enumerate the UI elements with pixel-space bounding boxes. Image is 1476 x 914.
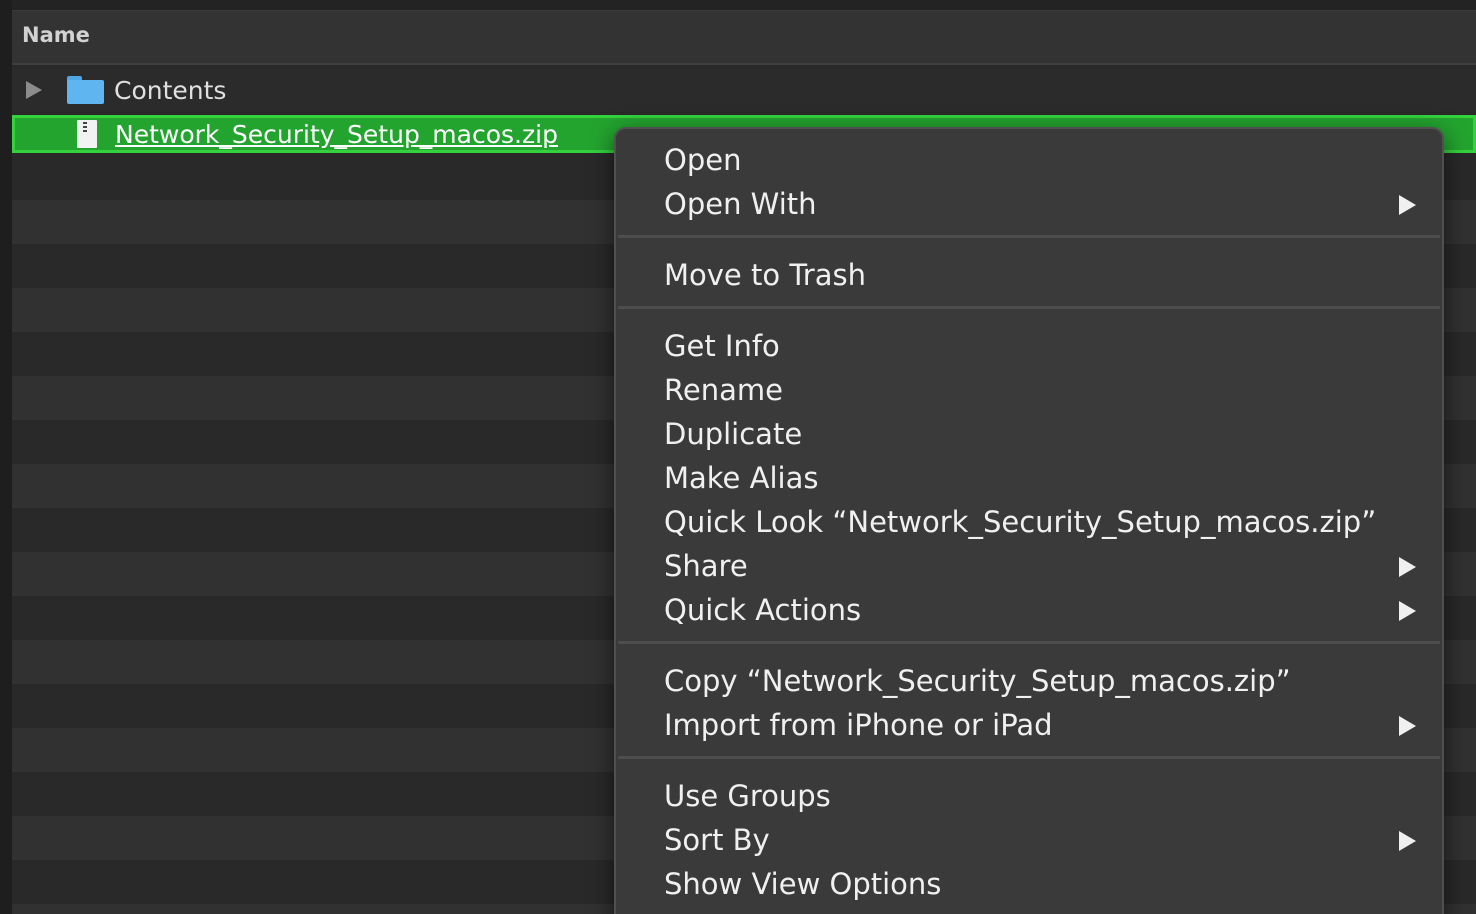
menu-item-open[interactable]: Open xyxy=(616,139,1442,183)
list-row-contents[interactable]: Contents xyxy=(12,68,1476,112)
menu-item-label: Import from iPhone or iPad xyxy=(664,708,1053,742)
menu-item-label: Show View Options xyxy=(664,867,942,901)
menu-item-label: Quick Look “Network_Security_Setup_macos… xyxy=(664,505,1377,539)
menu-item-quick-look-network-security-se[interactable]: Quick Look “Network_Security_Setup_macos… xyxy=(616,501,1442,545)
folder-icon xyxy=(67,76,104,104)
menu-item-use-groups[interactable]: Use Groups xyxy=(616,775,1442,819)
menu-item-label: Quick Actions xyxy=(664,593,862,627)
menu-item-get-info[interactable]: Get Info xyxy=(616,325,1442,369)
menu-item-make-alias[interactable]: Make Alias xyxy=(616,457,1442,501)
menu-item-label: Get Info xyxy=(664,329,780,363)
menu-item-label: Copy “Network_Security_Setup_macos.zip” xyxy=(664,664,1291,698)
column-header-label: Name xyxy=(22,23,90,47)
menu-item-label: Open xyxy=(664,143,742,177)
submenu-arrow-icon xyxy=(1399,831,1416,851)
menu-item-label: Duplicate xyxy=(664,417,803,451)
menu-item-quick-actions[interactable]: Quick Actions xyxy=(616,589,1442,633)
screen: Name Contents Network_Security_Setup_mac… xyxy=(0,0,1476,914)
menu-item-label: Open With xyxy=(664,187,817,221)
menu-item-copy-network-security-setup-ma[interactable]: Copy “Network_Security_Setup_macos.zip” xyxy=(616,660,1442,704)
submenu-arrow-icon xyxy=(1399,195,1416,215)
menu-item-import-from-iphone-or-ipad[interactable]: Import from iPhone or iPad xyxy=(616,704,1442,748)
menu-item-rename[interactable]: Rename xyxy=(616,369,1442,413)
menu-separator xyxy=(618,306,1440,309)
menu-item-label: Sort By xyxy=(664,823,770,857)
menu-item-sort-by[interactable]: Sort By xyxy=(616,819,1442,863)
submenu-arrow-icon xyxy=(1399,601,1416,621)
menu-item-move-to-trash[interactable]: Move to Trash xyxy=(616,254,1442,298)
menu-item-label: Move to Trash xyxy=(664,258,866,292)
zip-file-icon xyxy=(77,120,97,148)
menu-separator xyxy=(618,235,1440,238)
column-header-name[interactable]: Name xyxy=(12,11,1476,65)
menu-item-label: Make Alias xyxy=(664,461,819,495)
menu-item-label: Share xyxy=(664,549,748,583)
menu-separator xyxy=(618,641,1440,644)
list-item-label: Network_Security_Setup_macos.zip xyxy=(115,120,558,149)
window-top-edge xyxy=(12,0,1476,11)
list-item-label: Contents xyxy=(114,76,227,105)
menu-item-open-with[interactable]: Open With xyxy=(616,183,1442,227)
disclosure-triangle-icon[interactable] xyxy=(26,81,42,99)
submenu-arrow-icon xyxy=(1399,716,1416,736)
context-menu: Open Open With Move to Trash Get Info Rename… xyxy=(614,127,1444,914)
submenu-arrow-icon xyxy=(1399,557,1416,577)
menu-item-label: Use Groups xyxy=(664,779,831,813)
menu-item-label: Rename xyxy=(664,373,783,407)
menu-separator xyxy=(618,756,1440,759)
menu-item-share[interactable]: Share xyxy=(616,545,1442,589)
menu-item-duplicate[interactable]: Duplicate xyxy=(616,413,1442,457)
menu-item-show-view-options[interactable]: Show View Options xyxy=(616,863,1442,907)
